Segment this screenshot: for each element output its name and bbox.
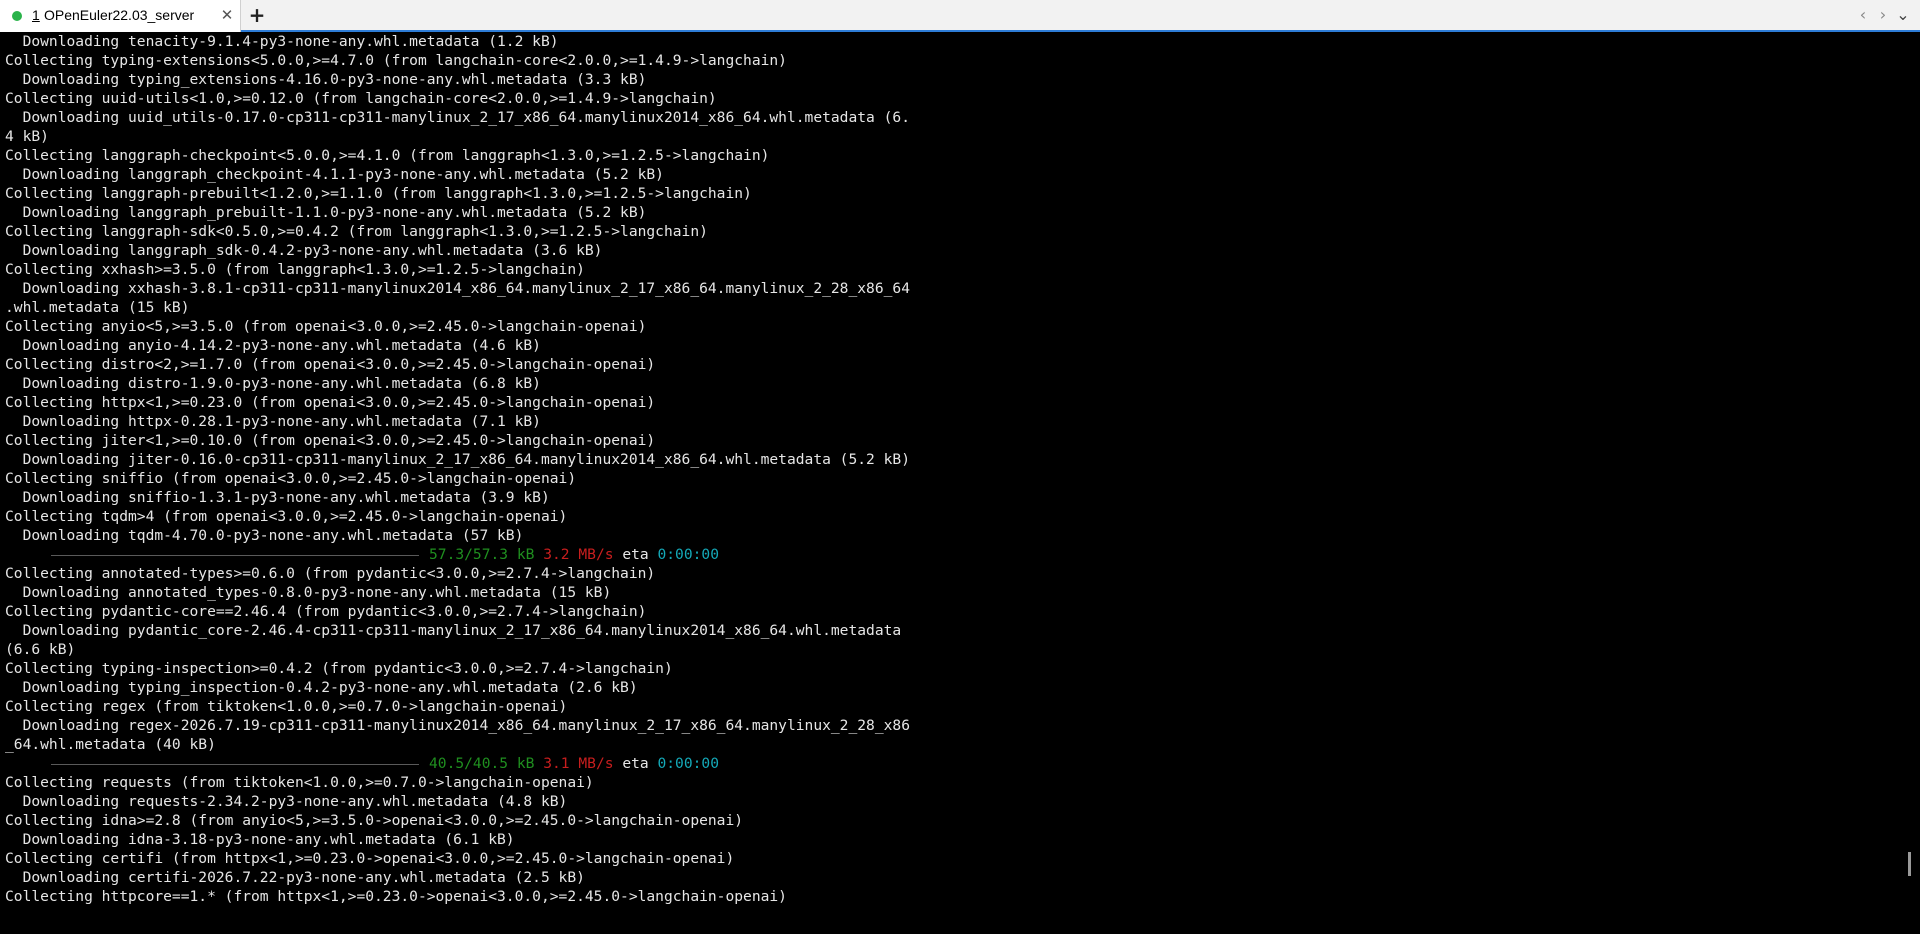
terminal-line: Collecting langgraph-prebuilt<1.2.0,>=1.… [5,185,752,202]
terminal-line: Collecting tqdm>4 (from openai<3.0.0,>=2… [5,508,568,525]
terminal-line: Downloading httpx-0.28.1-py3-none-any.wh… [5,413,541,430]
terminal-line: Downloading pydantic_core-2.46.4-cp311-c… [5,622,902,639]
terminal-line: Collecting uuid-utils<1.0,>=0.12.0 (from… [5,90,717,107]
terminal-line: Downloading typing_inspection-0.4.2-py3-… [5,679,638,696]
download-progress-line: 40.5/40.5 kB 3.1 MB/s eta 0:00:00 [5,754,1900,773]
terminal-line: Collecting typing-extensions<5.0.0,>=4.7… [5,52,787,69]
terminal-line: Collecting sniffio (from openai<3.0.0,>=… [5,470,577,487]
progress-eta: 0:00:00 [657,546,719,563]
terminal-line: Downloading requests-2.34.2-py3-none-any… [5,793,568,810]
terminal-output[interactable]: Downloading tenacity-9.1.4-py3-none-any.… [0,32,1900,934]
progress-size: 40.5/40.5 kB [429,755,535,772]
terminal-line: Collecting idna>=2.8 (from anyio<5,>=3.5… [5,812,744,829]
terminal-line: Collecting certifi (from httpx<1,>=0.23.… [5,850,735,867]
terminal-line: _64.whl.metadata (40 kB) [5,736,216,753]
terminal-line: Collecting regex (from tiktoken<1.0.0,>=… [5,698,568,715]
terminal-line: Collecting pydantic-core==2.46.4 (from p… [5,603,647,620]
progress-eta-label: eta [622,546,649,563]
terminal-line: Collecting xxhash>=3.5.0 (from langgraph… [5,261,585,278]
terminal-line: Downloading uuid_utils-0.17.0-cp311-cp31… [5,109,910,126]
terminal-line: Collecting langgraph-sdk<0.5.0,>=0.4.2 (… [5,223,708,240]
tab-number: 1 [32,7,40,23]
terminal-line: Collecting httpx<1,>=0.23.0 (from openai… [5,394,656,411]
terminal-line: Collecting anyio<5,>=3.5.0 (from openai<… [5,318,647,335]
session-tab[interactable]: 1 OPenEuler22.03_server ✕ [0,0,241,32]
close-tab-icon[interactable]: ✕ [218,4,236,26]
scrollbar-thumb[interactable] [1908,852,1911,876]
terminal-line: Downloading annotated_types-0.8.0-py3-no… [5,584,612,601]
progress-size: 57.3/57.3 kB [429,546,535,563]
progress-speed: 3.2 MB/s [543,546,614,563]
progress-bar [51,554,419,556]
terminal-line: Downloading idna-3.18-py3-none-any.whl.m… [5,831,515,848]
progress-eta-label: eta [622,755,649,772]
new-tab-button[interactable]: + [246,3,268,27]
tab-bar: 1 OPenEuler22.03_server ✕ + ‹ › ⌄ [0,0,1920,32]
terminal-line: Downloading tqdm-4.70.0-py3-none-any.whl… [5,527,524,544]
terminal-line: Downloading xxhash-3.8.1-cp311-cp311-man… [5,280,910,297]
terminal-line: (6.6 kB) [5,641,76,658]
connection-status-dot-icon [12,11,22,21]
terminal-line: Downloading distro-1.9.0-py3-none-any.wh… [5,375,541,392]
terminal-line: 4 kB) [5,128,49,145]
terminal-line: Downloading sniffio-1.3.1-py3-none-any.w… [5,489,550,506]
terminal-line: Downloading anyio-4.14.2-py3-none-any.wh… [5,337,541,354]
terminal-line: Downloading certifi-2026.7.22-py3-none-a… [5,869,585,886]
download-progress-line: 57.3/57.3 kB 3.2 MB/s eta 0:00:00 [5,545,1900,564]
terminal-line: Collecting typing-inspection>=0.4.2 (fro… [5,660,673,677]
terminal-line: Collecting requests (from tiktoken<1.0.0… [5,774,594,791]
terminal-line: Downloading regex-2026.7.19-cp311-cp311-… [5,717,910,734]
terminal-line: Collecting langgraph-checkpoint<5.0.0,>=… [5,147,770,164]
terminal-line: .whl.metadata (15 kB) [5,299,190,316]
scroll-tabs-right-icon[interactable]: › [1874,5,1892,25]
progress-bar [51,763,419,765]
terminal-line: Collecting distro<2,>=1.7.0 (from openai… [5,356,656,373]
terminal-line: Downloading langgraph_checkpoint-4.1.1-p… [5,166,664,183]
scroll-tabs-left-icon[interactable]: ‹ [1854,5,1872,25]
terminal-line: Collecting httpcore==1.* (from httpx<1,>… [5,888,787,905]
terminal-scrollbar[interactable] [1900,32,1920,934]
terminal-line: Collecting annotated-types>=0.6.0 (from … [5,565,656,582]
terminal-line: Downloading langgraph_sdk-0.4.2-py3-none… [5,242,603,259]
progress-eta: 0:00:00 [657,755,719,772]
terminal-line: Collecting jiter<1,>=0.10.0 (from openai… [5,432,656,449]
terminal-line: Downloading langgraph_prebuilt-1.1.0-py3… [5,204,647,221]
progress-speed: 3.1 MB/s [543,755,614,772]
terminal-line: Downloading typing_extensions-4.16.0-py3… [5,71,647,88]
tab-list-menu-icon[interactable]: ⌄ [1894,5,1912,25]
terminal-line: Downloading tenacity-9.1.4-py3-none-any.… [5,33,559,50]
terminal-line: Downloading jiter-0.16.0-cp311-cp311-man… [5,451,910,468]
tab-title: OPenEuler22.03_server [44,7,195,23]
